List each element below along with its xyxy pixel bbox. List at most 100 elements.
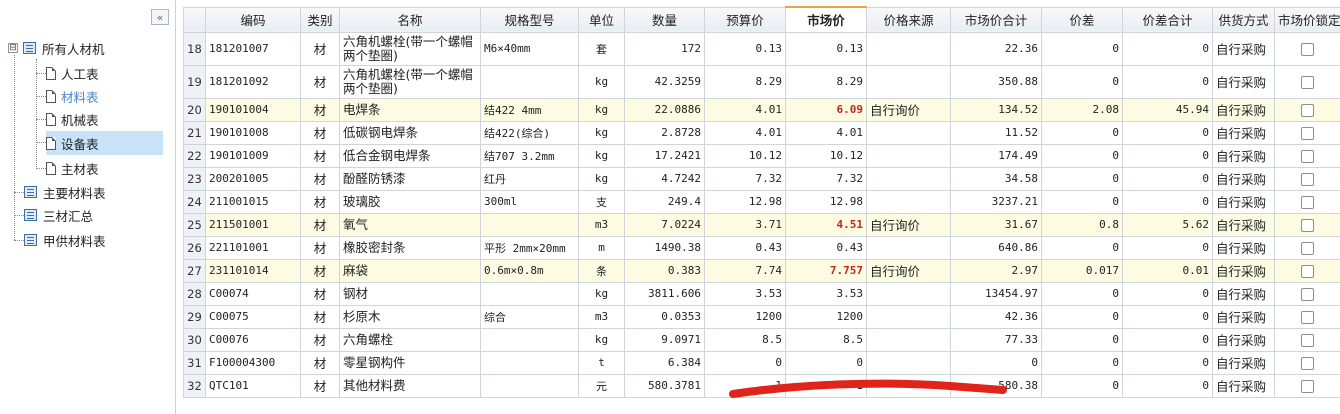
column-header-code[interactable]: 编码 [205, 6, 301, 33]
cell-name[interactable]: 零星钢构件 [339, 350, 481, 375]
cell-spec[interactable]: 综合 [480, 304, 579, 329]
cell-name[interactable]: 橡胶密封条 [339, 235, 481, 260]
table-row[interactable]: 30 C00076 材六角螺栓 kg 9.0971 8.5 8.5 77.33 0 0 自行采购 [183, 327, 1340, 352]
cell-type[interactable]: 材 [300, 189, 340, 214]
cell-diff-total[interactable]: 0 [1122, 281, 1213, 306]
cell-price-source[interactable] [866, 64, 951, 99]
cell-unit[interactable]: kg [578, 143, 625, 168]
cell-price-source[interactable] [866, 350, 951, 375]
cell-quantity[interactable]: 0.383 [624, 258, 705, 283]
cell-code[interactable]: F100004300 [205, 350, 301, 375]
cell-unit[interactable]: m [578, 235, 625, 260]
cell-unit[interactable]: 支 [578, 189, 625, 214]
cell-quantity[interactable]: 580.3781 [624, 373, 705, 398]
column-header-name[interactable]: 名称 [339, 6, 481, 33]
cell-code[interactable]: 231101014 [205, 258, 301, 283]
cell-market-total[interactable]: 134.52 [950, 97, 1042, 122]
cell-budget-price[interactable]: 7.32 [704, 166, 786, 191]
column-header-type[interactable]: 类别 [300, 6, 340, 33]
cell-unit[interactable]: 元 [578, 373, 625, 398]
cell-type[interactable]: 材 [300, 143, 340, 168]
cell-market-total[interactable]: 77.33 [950, 327, 1042, 352]
cell-market-total[interactable]: 31.67 [950, 212, 1042, 237]
tree-item-equipment[interactable]: 设备表 [46, 131, 163, 155]
table-row[interactable]: 23 200201005 材酚醛防锈漆 红丹 kg 4.7242 7.32 7.32 34.58… [183, 166, 1340, 191]
collapse-panel-button[interactable]: « [151, 9, 169, 25]
cell-name[interactable]: 麻袋 [339, 258, 481, 283]
cell-price-source[interactable] [866, 120, 951, 145]
column-header-market-lock[interactable]: 市场价锁定 [1274, 6, 1340, 33]
cell-price-diff[interactable]: 0 [1041, 64, 1123, 99]
cell-type[interactable]: 材 [300, 31, 340, 66]
cell-quantity[interactable]: 42.3259 [624, 64, 705, 99]
cell-type[interactable]: 材 [300, 373, 340, 398]
cell-spec[interactable]: 结422(综合) [480, 120, 579, 145]
cell-diff-total[interactable]: 0 [1122, 350, 1213, 375]
cell-quantity[interactable]: 17.2421 [624, 143, 705, 168]
cell-supply-method[interactable]: 自行采购 [1212, 31, 1275, 66]
cell-budget-price[interactable]: 8.29 [704, 64, 786, 99]
cell-unit[interactable]: kg [578, 327, 625, 352]
cell-diff-total[interactable]: 0 [1122, 304, 1213, 329]
cell-quantity[interactable]: 2.8728 [624, 120, 705, 145]
column-header-market-total[interactable]: 市场价合计 [950, 6, 1042, 33]
cell-budget-price[interactable]: 8.5 [704, 327, 786, 352]
cell-market-price[interactable]: 1200 [785, 304, 867, 329]
cell-diff-total[interactable]: 0 [1122, 31, 1213, 66]
cell-supply-method[interactable]: 自行采购 [1212, 64, 1275, 99]
cell-name[interactable]: 六角机螺栓(带一个螺帽两个垫圈) [339, 31, 481, 66]
cell-quantity[interactable]: 9.0971 [624, 327, 705, 352]
cell-market-price[interactable]: 0.13 [785, 31, 867, 66]
table-row[interactable]: 18 181201007 材六角机螺栓(带一个螺帽两个垫圈) M6×40mm 套 172 0… [183, 31, 1340, 66]
cell-supply-method[interactable]: 自行采购 [1212, 350, 1275, 375]
cell-market-price[interactable]: 1 [785, 373, 867, 398]
cell-budget-price[interactable]: 4.01 [704, 120, 786, 145]
cell-type[interactable]: 材 [300, 281, 340, 306]
column-header-market-price[interactable]: 市场价 [785, 6, 867, 33]
table-row[interactable]: 28 C00074 材钢材 kg 3811.606 3.53 3.53 13454.97 0 0 自… [183, 281, 1340, 306]
cell-unit[interactable]: kg [578, 166, 625, 191]
cell-type[interactable]: 材 [300, 166, 340, 191]
cell-market-total[interactable]: 580.38 [950, 373, 1042, 398]
cell-price-diff[interactable]: 0 [1041, 281, 1123, 306]
cell-unit[interactable]: kg [578, 64, 625, 99]
column-header-spec[interactable]: 规格型号 [480, 6, 579, 33]
tree-item-three-materials-summary[interactable]: 三材汇总 [24, 204, 93, 226]
cell-unit[interactable]: m3 [578, 212, 625, 237]
cell-type[interactable]: 材 [300, 304, 340, 329]
cell-unit[interactable]: kg [578, 97, 625, 122]
cell-spec[interactable]: M6×40mm [480, 31, 579, 66]
cell-market-total[interactable]: 42.36 [950, 304, 1042, 329]
cell-code[interactable]: 211001015 [205, 189, 301, 214]
collapse-minus-icon[interactable]: ⊟ [8, 43, 18, 53]
table-row[interactable]: 25 211501001 材氧气 m3 7.0224 3.71 4.51 自行询价 31.67 0… [183, 212, 1340, 237]
cell-price-source[interactable] [866, 304, 951, 329]
cell-supply-method[interactable]: 自行采购 [1212, 235, 1275, 260]
cell-spec[interactable]: 300ml [480, 189, 579, 214]
cell-market-price[interactable]: 8.5 [785, 327, 867, 352]
cell-price-diff[interactable]: 0 [1041, 31, 1123, 66]
cell-price-source[interactable] [866, 143, 951, 168]
cell-spec[interactable] [480, 327, 579, 352]
cell-market-price[interactable]: 0 [785, 350, 867, 375]
cell-price-source[interactable] [866, 189, 951, 214]
cell-price-diff[interactable]: 0 [1041, 189, 1123, 214]
cell-name[interactable]: 电焊条 [339, 97, 481, 122]
cell-market-price[interactable]: 0.43 [785, 235, 867, 260]
cell-spec[interactable]: 结707 3.2mm [480, 143, 579, 168]
cell-budget-price[interactable]: 4.01 [704, 97, 786, 122]
cell-market-total[interactable]: 174.49 [950, 143, 1042, 168]
cell-price-source[interactable]: 自行询价 [866, 258, 951, 283]
cell-budget-price[interactable]: 0.13 [704, 31, 786, 66]
cell-type[interactable]: 材 [300, 120, 340, 145]
cell-price-source[interactable]: 自行询价 [866, 97, 951, 122]
cell-code[interactable]: 181201007 [205, 31, 301, 66]
cell-price-diff[interactable]: 0 [1041, 350, 1123, 375]
cell-supply-method[interactable]: 自行采购 [1212, 281, 1275, 306]
cell-budget-price[interactable]: 3.71 [704, 212, 786, 237]
cell-market-total[interactable]: 0 [950, 350, 1042, 375]
cell-type[interactable]: 材 [300, 258, 340, 283]
cell-market-price[interactable]: 10.12 [785, 143, 867, 168]
cell-budget-price[interactable]: 1 [704, 373, 786, 398]
cell-quantity[interactable]: 0.0353 [624, 304, 705, 329]
